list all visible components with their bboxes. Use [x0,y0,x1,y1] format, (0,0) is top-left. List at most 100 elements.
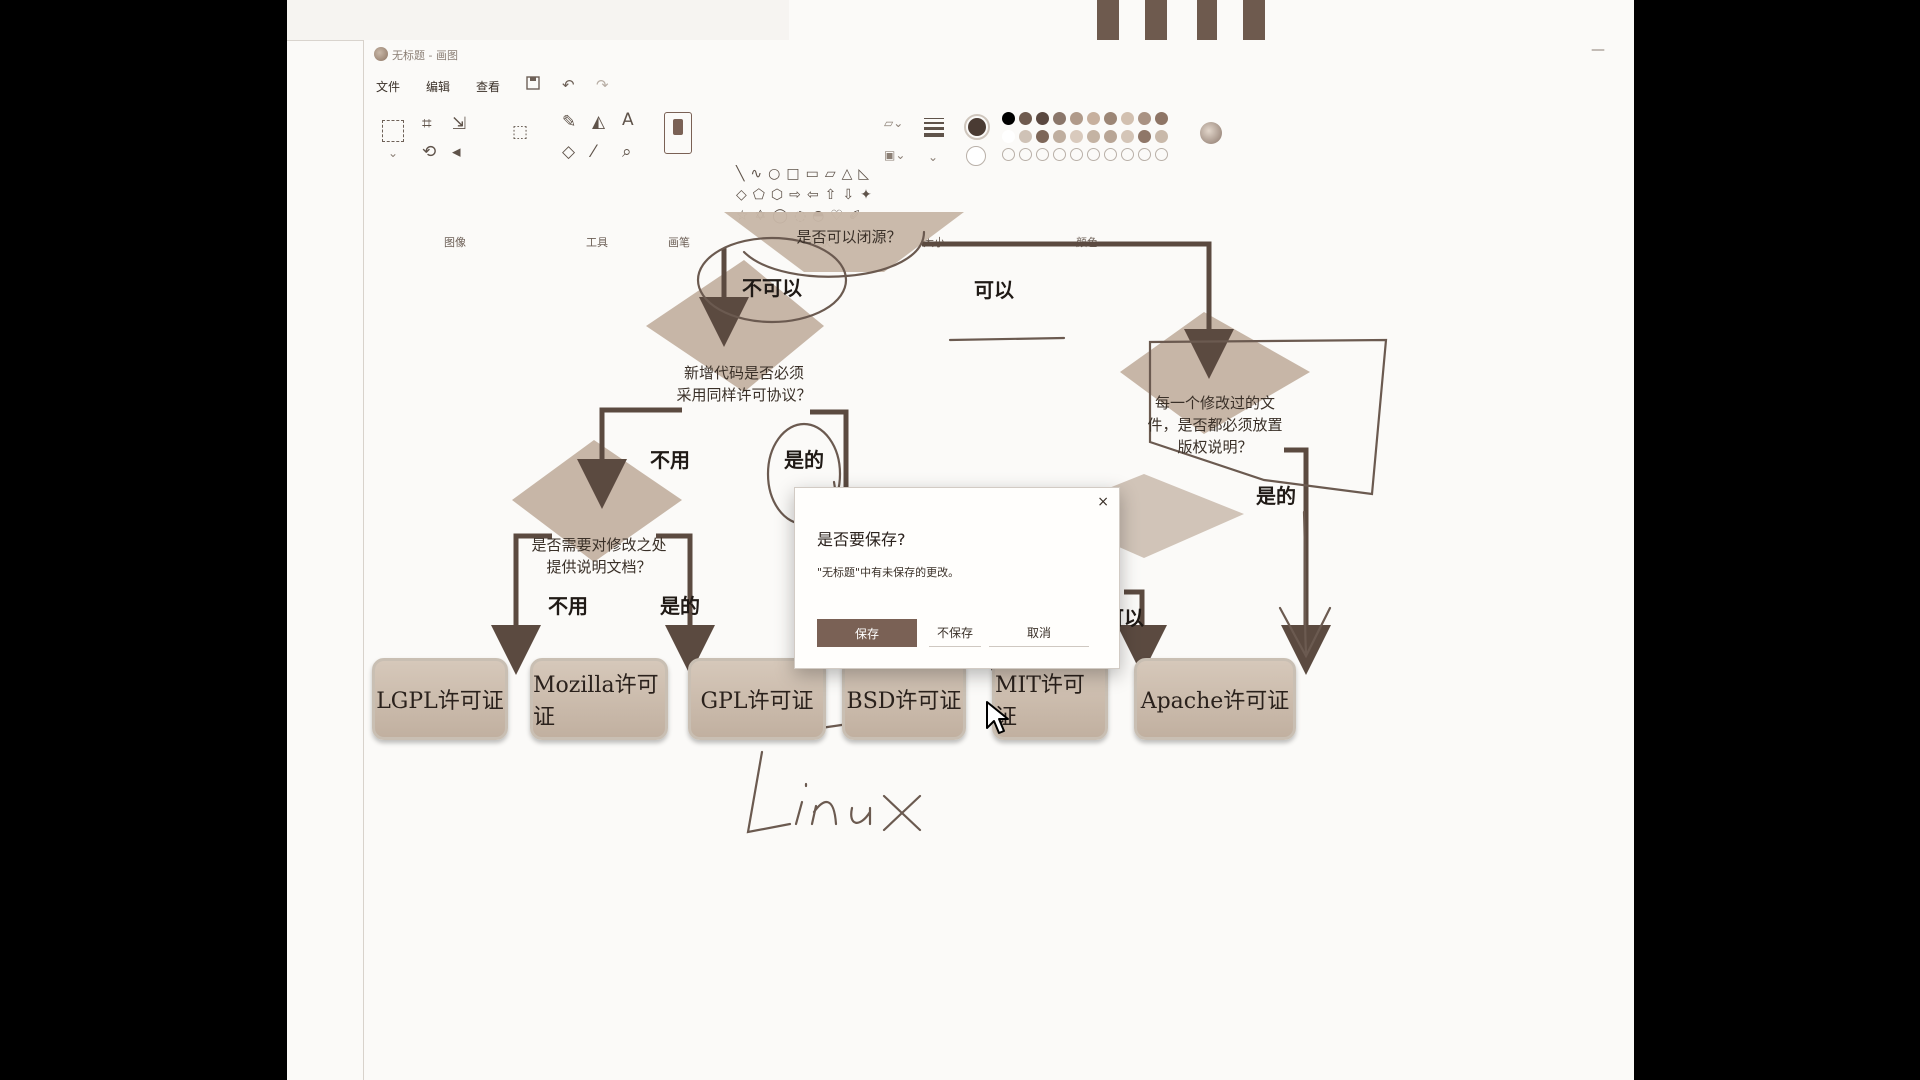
empty-color-slot[interactable] [1070,148,1083,161]
label-yes: 是的 [660,594,700,618]
color-picker-icon[interactable]: ⁄ [592,142,595,162]
handwriting-linux [746,750,922,834]
color-palette[interactable] [1002,112,1182,182]
color-swatch[interactable] [1087,112,1100,125]
brush-icon[interactable] [664,112,692,154]
select-icon[interactable] [382,120,404,142]
label-yes: 是的 [1256,484,1296,508]
paint-app-icon [374,47,388,61]
empty-color-slot[interactable] [1053,148,1066,161]
license-label: Mozilla许可证 [533,673,659,730]
color-swatch[interactable] [1002,112,1015,125]
license-box-mit: MIT许可证 [992,658,1108,740]
empty-color-slot[interactable] [1138,148,1151,161]
redo-icon[interactable]: ↷ [596,76,609,94]
chevron-down-icon[interactable]: ⌄ [928,150,938,164]
license-box-apache: Apache许可证 [1134,658,1296,740]
color-swatch[interactable] [1053,112,1066,125]
mouse-cursor-icon [986,701,1009,734]
empty-color-slot[interactable] [1019,148,1032,161]
color-swatch[interactable] [1104,130,1117,143]
empty-color-slot[interactable] [1036,148,1049,161]
doc-decision-text: 是否需要对修改之处 提供说明文档？ [514,534,684,578]
copyright-line-3: 版权说明？ [1177,438,1253,456]
license-box-bsd: BSD许可证 [842,658,966,740]
undo-icon[interactable]: ↶ [562,76,575,94]
crop-icon[interactable]: ⌗ [422,114,432,134]
color-swatch[interactable] [1138,112,1151,125]
doc-line-2: 提供说明文档？ [546,558,652,576]
size-icon[interactable] [924,118,944,137]
color-swatch[interactable] [1019,112,1032,125]
color-swatch[interactable] [1053,130,1066,143]
color-swatch[interactable] [1070,130,1083,143]
color-swatch[interactable] [1138,130,1151,143]
label-cannot: 不可以 [742,276,802,300]
outline-icon[interactable]: ▱⌄ [884,116,903,130]
menu-view[interactable]: 查看 [476,78,500,95]
copyright-decision-text: 每一个修改过的文 件，是否都必须放置 版权说明？ [1140,392,1290,458]
text-icon[interactable]: A [622,110,634,130]
new-code-line-1: 新增代码是否必须 [683,364,804,382]
color-swatch[interactable] [1036,130,1049,143]
edit-colors-icon[interactable] [1200,122,1222,144]
close-icon[interactable]: × [1097,494,1109,510]
label-no-need: 不用 [548,594,588,618]
license-label: Apache许可证 [1140,689,1290,714]
fill-icon[interactable]: ◭ [592,112,605,132]
color-swatch[interactable] [1002,130,1015,143]
rotate-icon[interactable]: ⟲ [422,142,436,162]
scribble-arrow-apache [1278,510,1332,659]
handwriting-text: Linux [364,212,365,213]
menu-bar: 文件 编辑 查看 ↶ ↷ [364,70,1634,102]
menu-file[interactable]: 文件 [376,78,400,95]
dialog-title: 是否要保存? [817,530,906,549]
color-swatch[interactable] [1155,112,1168,125]
magnifier-icon[interactable]: ⌕ [622,142,632,162]
color-swatch[interactable] [1070,112,1083,125]
empty-color-slot[interactable] [1104,148,1117,161]
menu-edit[interactable]: 编辑 [426,78,450,95]
new-code-decision-text: 新增代码是否必须 采用同样许可协议？ [664,362,824,406]
primary-color[interactable] [964,114,990,140]
color-swatch[interactable] [1121,112,1134,125]
image-select-icon[interactable]: ⬚ [512,122,528,142]
secondary-color[interactable] [966,146,986,166]
color-swatch[interactable] [1155,130,1168,143]
label-yes: 是的 [784,448,824,472]
eraser-icon[interactable]: ◇ [562,142,575,162]
license-label: MIT许可证 [995,673,1085,730]
copyright-line-2: 件，是否都必须放置 [1147,416,1283,434]
fill-style-icon[interactable]: ▣⌄ [884,148,905,162]
empty-color-slot[interactable] [1002,148,1015,161]
color-swatch[interactable] [1036,112,1049,125]
save-icon[interactable] [526,76,540,94]
doc-line-1: 是否需要对修改之处 [531,536,667,554]
license-box-gpl: GPL许可证 [688,658,826,740]
empty-color-slot[interactable] [1155,148,1168,161]
license-label: BSD许可证 [846,689,962,714]
chevron-down-icon[interactable]: ⌄ [388,146,398,160]
save-button[interactable]: 保存 [817,619,917,647]
dont-save-button[interactable]: 不保存 [929,619,981,647]
scribble-underline-top [948,336,1066,342]
color-swatch[interactable] [1104,112,1117,125]
cancel-button[interactable]: 取消 [989,619,1089,647]
top-decision-text: 是否可以闭源？ [796,228,902,246]
dialog-message: "无标题"中有未保存的更改。 [817,566,960,579]
flip-icon[interactable]: ◂ [452,142,461,162]
background-window [287,0,789,41]
minimize-button[interactable]: — [1591,42,1605,58]
pencil-icon[interactable]: ✎ [562,112,576,132]
color-swatch[interactable] [1019,130,1032,143]
license-box-mozilla: Mozilla许可证 [530,658,668,740]
new-code-line-2: 采用同样许可协议？ [676,386,812,404]
color-swatch[interactable] [1087,130,1100,143]
color-swatch[interactable] [1121,130,1134,143]
copyright-line-1: 每一个修改过的文 [1154,394,1275,412]
empty-color-slot[interactable] [1087,148,1100,161]
license-label: LGPL许可证 [376,689,504,714]
resize-icon[interactable]: ⇲ [452,114,466,134]
empty-color-slot[interactable] [1121,148,1134,161]
arrow-can [922,241,1234,379]
